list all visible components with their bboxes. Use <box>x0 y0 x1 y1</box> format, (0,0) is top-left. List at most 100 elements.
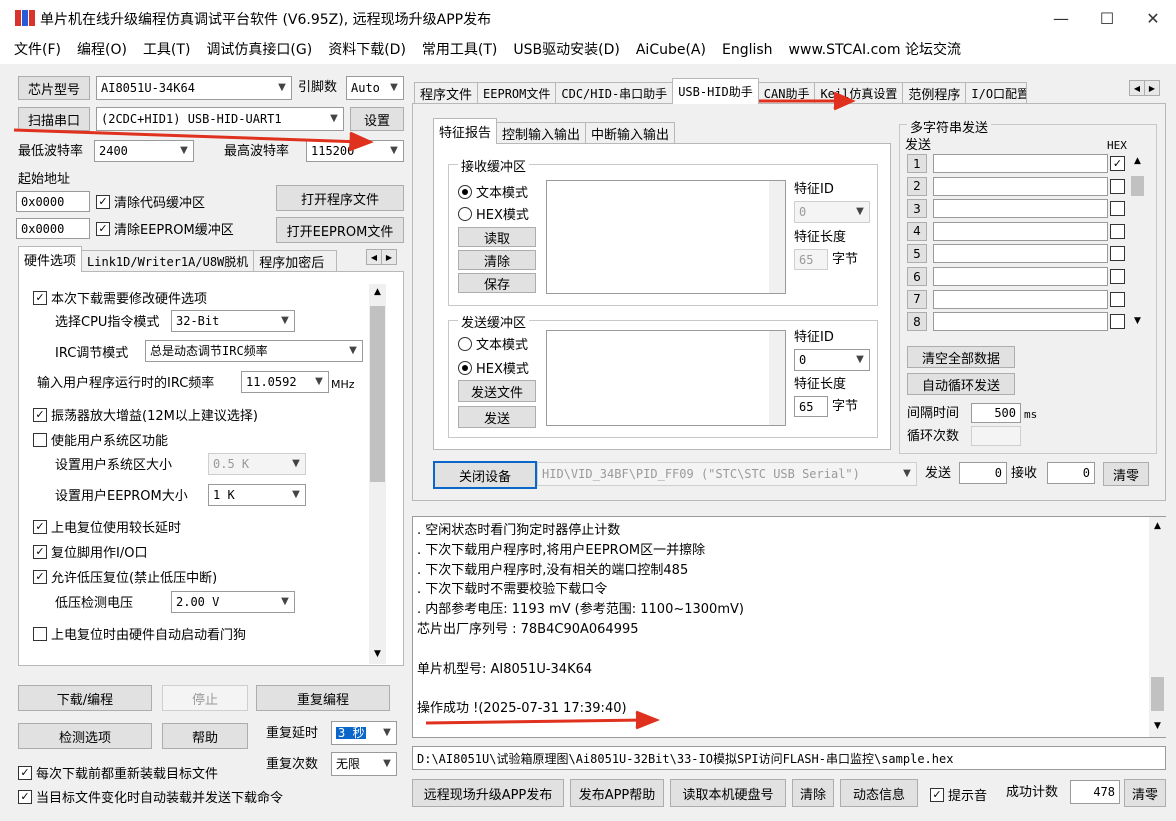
help-button[interactable]: 帮助 <box>162 723 248 749</box>
arrow-right-icon[interactable]: ▶ <box>381 249 397 265</box>
multi-send-row-button[interactable]: 1 <box>907 154 927 173</box>
remote-upgrade-button[interactable]: 远程现场升级APP发布 <box>412 779 564 807</box>
watchdog-checkbox[interactable]: 上电复位时由硬件自动启动看门狗 <box>33 624 246 643</box>
multi-send-row-button[interactable]: 5 <box>907 244 927 264</box>
tab-feature-report[interactable]: 特征报告 <box>433 118 498 144</box>
receive-buffer-textarea[interactable] <box>546 180 786 294</box>
arrow-right-icon[interactable]: ▶ <box>1144 80 1160 96</box>
settings-button[interactable]: 设置 <box>350 107 404 131</box>
send-feature-id-select[interactable]: 0 ▼ <box>794 349 870 371</box>
close-window-button[interactable]: ✕ <box>1130 0 1176 36</box>
right-tab-scroller[interactable]: ◀ ▶ <box>1129 80 1160 96</box>
download-program-button[interactable]: 下载/编程 <box>18 685 152 711</box>
check-options-button[interactable]: 检测选项 <box>18 723 152 749</box>
tab-link1d-offline[interactable]: Link1D/Writer1A/U8W脱机 <box>81 250 255 272</box>
clear-log-button[interactable]: 清除 <box>792 779 834 807</box>
menu-program[interactable]: 编程(O) <box>69 36 135 64</box>
multi-send-row-hex-checkbox[interactable] <box>1110 314 1125 330</box>
interval-input[interactable]: 500 <box>971 403 1021 423</box>
menu-debug[interactable]: 调试仿真接口(G) <box>198 36 320 64</box>
auto-loop-send-button[interactable]: 自动循环发送 <box>907 373 1015 395</box>
irc-mode-select[interactable]: 总是动态调节IRC频率 ▼ <box>145 340 363 362</box>
user-system-area-checkbox[interactable]: 使能用户系统区功能 <box>33 430 168 449</box>
save-button[interactable]: 保存 <box>458 273 536 293</box>
multi-send-row-input[interactable] <box>933 154 1108 173</box>
long-delay-checkbox[interactable]: ✓ 上电复位使用较长延时 <box>33 517 181 536</box>
beep-checkbox[interactable]: ✓ 提示音 <box>930 785 987 804</box>
chip-type-select[interactable]: AI8051U-34K64 ▼ <box>96 76 292 100</box>
repeat-program-button[interactable]: 重复编程 <box>256 685 390 711</box>
scroll-down-icon[interactable]: ▼ <box>1149 719 1166 733</box>
menu-website[interactable]: www.STCAI.com 论坛交流 <box>781 36 969 64</box>
menu-common-tools[interactable]: 常用工具(T) <box>414 36 505 64</box>
recv-feature-id-select[interactable]: 0 ▼ <box>794 201 870 223</box>
file-path-field[interactable]: D:\AI8051U\试验箱原理图\Ai8051U-32Bit\33-IO模拟S… <box>412 746 1166 770</box>
multi-send-row-button[interactable]: 8 <box>907 312 927 332</box>
multi-send-row-button[interactable]: 7 <box>907 289 927 309</box>
user-eeprom-size-select[interactable]: 1 K ▼ <box>208 484 306 506</box>
multi-send-row-input[interactable] <box>933 312 1108 332</box>
count-zero-button[interactable]: 清零 <box>1103 462 1149 486</box>
multi-send-row-button[interactable]: 6 <box>907 267 927 286</box>
multi-send-row-hex-checkbox[interactable] <box>1110 223 1125 239</box>
clear-eeprom-checkbox[interactable]: ✓ 清除EEPROM缓冲区 <box>96 219 234 238</box>
hw-options-scrollbar[interactable]: ▲ ▼ <box>369 284 386 664</box>
tab-examples[interactable]: 范例程序 <box>902 82 967 104</box>
tab-usb-hid[interactable]: USB-HID助手 <box>672 78 759 104</box>
min-baud-select[interactable]: 2400 ▼ <box>94 140 194 162</box>
open-eeprom-file-button[interactable]: 打开EEPROM文件 <box>276 217 404 243</box>
menu-download[interactable]: 资料下载(D) <box>320 36 414 64</box>
scroll-up-icon[interactable]: ▲ <box>1129 154 1146 168</box>
recv-text-mode-radio[interactable]: 文本模式 <box>458 182 528 201</box>
repeat-count-select[interactable]: 无限 ▼ <box>331 752 397 776</box>
read-disk-id-button[interactable]: 读取本机硬盘号 <box>670 779 786 807</box>
modify-hw-options-checkbox[interactable]: ✓ 本次下载需要修改硬件选项 <box>33 288 207 307</box>
maximize-button[interactable]: ☐ <box>1084 0 1130 36</box>
multi-send-row-hex-checkbox[interactable] <box>1110 291 1125 307</box>
tab-io-config[interactable]: I/O口配置 <box>965 82 1028 104</box>
osc-gain-checkbox[interactable]: ✓ 振荡器放大增益(12M以上建议选择) <box>33 405 258 424</box>
tab-keil-settings[interactable]: Keil仿真设置 <box>814 82 904 104</box>
tab-hardware-options[interactable]: 硬件选项 <box>18 246 83 272</box>
multi-send-row-input[interactable] <box>933 267 1108 286</box>
recv-scrollbar[interactable] <box>769 181 785 293</box>
tab-can[interactable]: CAN助手 <box>757 82 816 104</box>
multi-send-row-button[interactable]: 4 <box>907 221 927 241</box>
chip-type-button[interactable]: 芯片型号 <box>18 76 90 100</box>
scan-port-button[interactable]: 扫描串口 <box>18 107 90 131</box>
multi-send-row-hex-checkbox[interactable] <box>1110 246 1125 262</box>
arrow-left-icon[interactable]: ◀ <box>1129 80 1145 96</box>
log-output[interactable]: . 空闲状态时看门狗定时器停止计数 . 下次下载用户程序时,将用户EEPROM区… <box>412 516 1166 738</box>
multi-send-row-input[interactable] <box>933 176 1108 196</box>
success-zero-button[interactable]: 清零 <box>1124 779 1166 807</box>
tab-cdc-hid-serial[interactable]: CDC/HID-串口助手 <box>555 82 674 104</box>
menu-english[interactable]: English <box>714 36 781 64</box>
send-buffer-textarea[interactable] <box>546 330 786 426</box>
multi-send-row-hex-checkbox[interactable] <box>1110 201 1125 217</box>
dynamic-info-button[interactable]: 动态信息 <box>840 779 918 807</box>
clear-code-checkbox[interactable]: ✓ 清除代码缓冲区 <box>96 192 205 211</box>
multi-send-row-hex-checkbox[interactable]: ✓ <box>1110 156 1125 171</box>
app-help-button[interactable]: 发布APP帮助 <box>570 779 664 807</box>
hid-device-select[interactable]: HID\VID_34BF\PID_FF09 ("STC\STC USB Seri… <box>537 462 917 486</box>
menu-aicube[interactable]: AiCube(A) <box>628 36 714 64</box>
multi-string-scrollbar[interactable]: ▲ ▼ <box>1129 154 1146 330</box>
send-feature-length-input[interactable]: 65 <box>794 396 828 417</box>
scroll-thumb[interactable] <box>1151 677 1164 711</box>
auto-reload-checkbox[interactable]: ✓ 当目标文件变化时自动装载并发送下载命令 <box>18 787 283 806</box>
menu-file[interactable]: 文件(F) <box>6 36 69 64</box>
send-scrollbar[interactable] <box>769 331 785 425</box>
cpu-mode-select[interactable]: 32-Bit ▼ <box>171 310 295 332</box>
tab-encryption[interactable]: 程序加密后 <box>253 250 338 272</box>
send-text-mode-radio[interactable]: 文本模式 <box>458 334 528 353</box>
loop-count-input[interactable] <box>971 426 1021 446</box>
user-system-size-select[interactable]: 0.5 K ▼ <box>208 453 306 475</box>
log-scrollbar[interactable]: ▲ ▼ <box>1149 517 1166 737</box>
multi-send-row-button[interactable]: 2 <box>907 176 927 196</box>
scroll-thumb[interactable] <box>1131 176 1144 196</box>
tab-program-file[interactable]: 程序文件 <box>414 82 479 104</box>
eeprom-address-input[interactable]: 0x0000 <box>16 218 90 239</box>
tab-eeprom-file[interactable]: EEPROM文件 <box>477 82 557 104</box>
arrow-left-icon[interactable]: ◀ <box>366 249 382 265</box>
pin-count-select[interactable]: Auto ▼ <box>346 76 404 100</box>
